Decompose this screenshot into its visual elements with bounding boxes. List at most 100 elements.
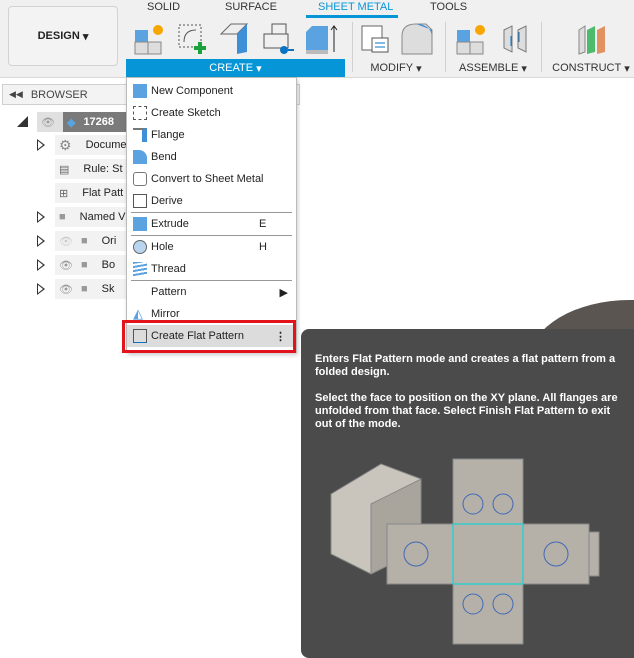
eye-icon[interactable]: 👁 — [41, 116, 55, 129]
flange-icon — [133, 128, 147, 142]
expand-root-icon[interactable] — [17, 116, 29, 128]
tree-label: Docume — [85, 139, 127, 151]
tab-sheet-metal[interactable]: SHEET METAL — [318, 1, 393, 13]
modify-group-button[interactable]: MODIFY ▾ — [356, 59, 436, 77]
assemble-new-component-icon[interactable] — [455, 22, 489, 56]
tree-label: Named V — [79, 211, 126, 223]
menu-item-pattern[interactable]: Pattern ▶ — [127, 281, 296, 303]
expand-icon[interactable] — [37, 235, 45, 247]
create-dropdown-menu: New Component Create Sketch Flange Bend … — [126, 77, 297, 353]
tree-label: Sk — [101, 283, 115, 295]
component-icon: ◆ — [66, 116, 76, 129]
tab-surface[interactable]: SURFACE — [225, 1, 277, 13]
shortcut-label: H — [259, 241, 267, 253]
highlight-box — [122, 320, 296, 353]
mirror-icon: ◭ — [133, 306, 143, 321]
tree-item-rule[interactable]: ▤ Rule: St — [55, 159, 127, 179]
folder-icon: ■ — [80, 235, 88, 247]
collapse-icon[interactable]: ◀◀ — [9, 89, 23, 100]
active-tab-indicator — [306, 15, 398, 18]
thread-icon — [133, 262, 147, 276]
menu-item-bend[interactable]: Bend — [127, 146, 296, 168]
tab-solid[interactable]: SOLID — [147, 1, 180, 13]
tab-tools[interactable]: TOOLS — [430, 1, 467, 13]
menu-item-thread[interactable]: Thread — [127, 258, 296, 280]
sheet-metal-rules-icon[interactable] — [358, 22, 392, 56]
eye-icon[interactable]: 👁 — [59, 283, 73, 296]
menu-item-extrude[interactable]: Extrude E — [127, 213, 296, 235]
menu-label: Pattern — [151, 286, 187, 298]
convert-icon — [133, 172, 147, 186]
menu-label: Flange — [151, 129, 185, 141]
tree-label: Rule: St — [83, 163, 123, 175]
assemble-group-button[interactable]: ASSEMBLE ▾ — [448, 59, 538, 77]
menu-label: New Component — [151, 85, 233, 97]
menu-item-flange[interactable]: Flange — [127, 124, 296, 146]
new-component-icon[interactable] — [133, 22, 167, 56]
assemble-label: ASSEMBLE — [459, 62, 519, 74]
tree-root[interactable]: 👁 ◆ 17268 — [37, 112, 137, 132]
menu-item-hole[interactable]: Hole H — [127, 236, 296, 258]
tree-label: Bo — [101, 259, 116, 271]
expand-icon[interactable] — [37, 283, 45, 295]
menu-item-derive[interactable]: Derive — [127, 190, 296, 212]
menu-label: Derive — [151, 195, 183, 207]
flat-pattern-icon: ⊞ — [59, 187, 69, 200]
tree-item-origin[interactable]: 👁 ■ Ori — [55, 231, 127, 251]
tree-item-flat-pattern[interactable]: ⊞ Flat Patt — [55, 183, 127, 203]
create-sketch-icon — [133, 106, 147, 120]
expand-icon[interactable] — [37, 139, 45, 151]
submenu-arrow-icon: ▶ — [279, 286, 288, 299]
menu-label: Mirror — [151, 308, 180, 320]
bend-icon — [133, 150, 147, 164]
rules-icon: ▤ — [59, 163, 70, 176]
eye-hidden-icon[interactable]: 👁 — [59, 235, 73, 248]
menu-item-new-component[interactable]: New Component — [127, 80, 296, 102]
menu-item-convert-to-sheet-metal[interactable]: Convert to Sheet Metal — [127, 168, 296, 190]
tooltip-description: Enters Flat Pattern mode and creates a f… — [315, 353, 616, 378]
construct-group-button[interactable]: CONSTRUCT ▾ — [548, 59, 634, 77]
divider — [352, 22, 353, 72]
offset-plane-icon[interactable] — [575, 22, 609, 56]
menu-label: Create Sketch — [151, 107, 221, 119]
flat-pattern-icon[interactable] — [262, 22, 296, 56]
create-label: CREATE — [209, 62, 254, 74]
root-label: 17268 — [83, 116, 115, 128]
tree-item-named-views[interactable]: ■ Named V — [55, 207, 127, 227]
create-sketch-icon[interactable] — [176, 22, 210, 56]
hole-icon — [133, 240, 147, 254]
flat-pattern-illustration — [330, 458, 600, 645]
tooltip-instructions: Select the face to position on the XY pl… — [315, 392, 618, 430]
tree-item-bodies[interactable]: 👁 ■ Bo — [55, 255, 127, 275]
create-group-button[interactable]: CREATE ▾ — [126, 59, 345, 77]
divider — [445, 22, 446, 72]
construct-label: CONSTRUCT — [552, 62, 622, 74]
tree-item-sketches[interactable]: 👁 ■ Sk — [55, 279, 127, 299]
toolbar: DESIGN ▾ SOLID SURFACE SHEET METAL TOOLS… — [0, 0, 634, 78]
menu-label: Hole — [151, 241, 174, 253]
menu-item-create-sketch[interactable]: Create Sketch — [127, 102, 296, 124]
expand-icon[interactable] — [37, 211, 45, 223]
divider — [541, 22, 542, 72]
folder-icon: ■ — [80, 259, 88, 271]
menu-label: Convert to Sheet Metal — [151, 173, 264, 185]
folder-icon: ■ — [80, 283, 88, 295]
extrude-icon — [133, 217, 147, 231]
design-workspace-button[interactable]: DESIGN ▾ — [8, 6, 118, 66]
fillet-icon[interactable] — [400, 22, 434, 56]
modify-label: MODIFY — [370, 62, 414, 74]
new-component-icon — [133, 84, 147, 98]
tree-item-document-settings[interactable]: ⚙ Docume — [55, 135, 127, 155]
menu-label: Bend — [151, 151, 177, 163]
menu-label: Extrude — [151, 218, 189, 230]
derive-icon — [133, 194, 147, 208]
joint-icon[interactable] — [498, 22, 532, 56]
gear-icon: ⚙ — [59, 136, 72, 153]
tooltip: Enters Flat Pattern mode and creates a f… — [301, 329, 634, 658]
expand-icon[interactable] — [37, 259, 45, 271]
tree-label: Flat Patt — [82, 187, 124, 199]
eye-icon[interactable]: 👁 — [59, 259, 73, 272]
extrude-icon[interactable] — [304, 22, 338, 56]
design-label: DESIGN — [37, 30, 80, 42]
flange-icon[interactable] — [219, 22, 253, 56]
